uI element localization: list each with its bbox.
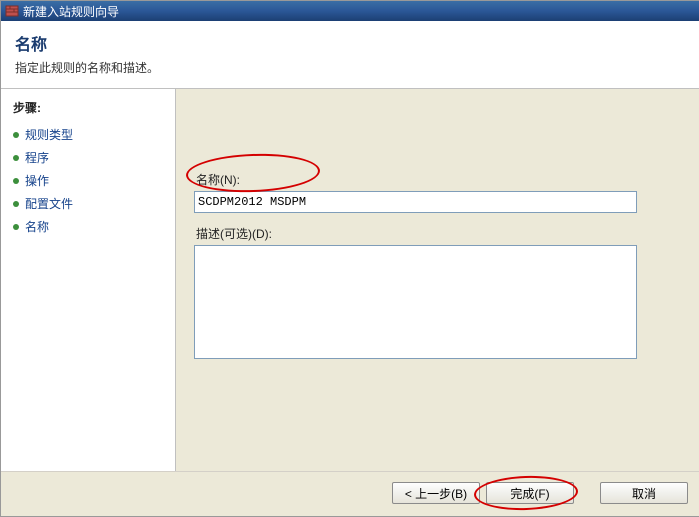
titlebar: 新建入站规则向导 [1,1,699,21]
sidebar-item-label: 程序 [25,149,49,166]
sidebar-item-label: 名称 [25,218,49,235]
step-bullet-icon [13,224,19,230]
firewall-icon [5,4,19,18]
name-field-block: 名称(N): [194,171,682,213]
page-description: 指定此规则的名称和描述。 [15,59,686,76]
description-field-block: 描述(可选)(D): [194,225,682,362]
back-button[interactable]: < 上一步(B) [392,482,480,504]
page-title: 名称 [15,31,686,55]
step-bullet-icon [13,201,19,207]
wizard-steps-sidebar: 步骤: 规则类型 程序 操作 配置文件 名称 [1,89,176,471]
sidebar-item-profile[interactable]: 配置文件 [13,195,163,212]
sidebar-item-label: 规则类型 [25,126,73,143]
window-title: 新建入站规则向导 [23,3,119,20]
wizard-content: 名称(N): 描述(可选)(D): [176,89,699,471]
steps-heading: 步骤: [13,99,163,116]
step-bullet-icon [13,132,19,138]
sidebar-item-program[interactable]: 程序 [13,149,163,166]
wizard-body: 步骤: 规则类型 程序 操作 配置文件 名称 [1,89,699,471]
wizard-footer: < 上一步(B) 完成(F) 取消 [1,471,699,516]
button-gap [580,482,594,504]
sidebar-item-label: 配置文件 [25,195,73,212]
description-textarea[interactable] [194,245,637,359]
sidebar-item-name[interactable]: 名称 [13,218,163,235]
footer-buttons: < 上一步(B) 完成(F) 取消 [392,482,688,504]
wizard-header: 名称 指定此规则的名称和描述。 [1,21,699,89]
description-label: 描述(可选)(D): [196,225,682,242]
sidebar-item-action[interactable]: 操作 [13,172,163,189]
step-bullet-icon [13,178,19,184]
wizard-window: 新建入站规则向导 名称 指定此规则的名称和描述。 步骤: 规则类型 程序 操作 … [0,0,699,517]
finish-button[interactable]: 完成(F) [486,482,574,504]
name-label: 名称(N): [196,171,682,188]
sidebar-item-rule-type[interactable]: 规则类型 [13,126,163,143]
sidebar-item-label: 操作 [25,172,49,189]
cancel-button[interactable]: 取消 [600,482,688,504]
name-input[interactable] [194,191,637,213]
step-bullet-icon [13,155,19,161]
